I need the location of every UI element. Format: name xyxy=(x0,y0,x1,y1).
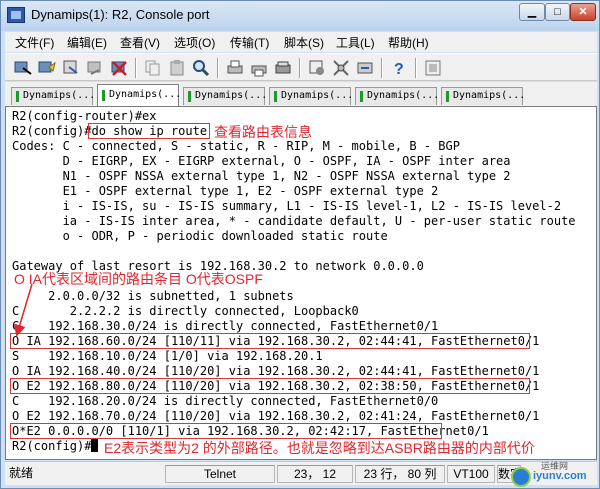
terminal-line: S 192.168.10.0/24 [1/0] via 192.168.20.1 xyxy=(12,349,323,363)
terminal-cursor xyxy=(91,439,99,452)
reconnect-icon[interactable] xyxy=(85,58,105,78)
terminal-line: ia - IS-IS inter area, * - candidate def… xyxy=(12,214,576,228)
status-terminal-type: VT100 xyxy=(447,465,495,483)
menu-file[interactable]: 文件(F) xyxy=(15,34,54,51)
status-protocol: Telnet xyxy=(165,465,275,483)
terminal-line: E1 - OSPF external type 1, E2 - OSPF ext… xyxy=(12,184,439,198)
connected-indicator-icon xyxy=(446,91,449,102)
toolbar-separator xyxy=(299,58,301,78)
annotation-e2: E2表示类型为2 的外部路径。也就是忽略到达ASBR路由器的内部代价 xyxy=(104,440,535,456)
toolbar-separator xyxy=(135,58,137,78)
settings-icon[interactable] xyxy=(331,58,351,78)
command-highlight-box xyxy=(88,123,210,139)
toolbar: ? xyxy=(5,53,597,81)
tab-session-4[interactable]: Dynamips(... xyxy=(269,87,353,105)
tab-session-5[interactable]: Dynamips(... xyxy=(355,87,439,105)
status-bar: 就绪 Telnet 23， 12 23 行， 80 列 VT100 数字 xyxy=(5,461,597,485)
print-selection-icon[interactable] xyxy=(249,58,269,78)
terminal-line: C 192.168.20.0/24 is directly connected,… xyxy=(12,394,439,408)
connected-indicator-icon xyxy=(102,90,105,101)
terminal-line: C 192.168.30.0/24 is directly connected,… xyxy=(12,319,439,333)
menu-edit[interactable]: 编辑(E) xyxy=(67,34,107,51)
connected-indicator-icon xyxy=(16,91,19,102)
watermark-domain: iyunv.com xyxy=(533,470,587,482)
printer-setup-icon[interactable] xyxy=(273,58,293,78)
terminal-line: N1 - OSPF NSSA external type 1, N2 - OSP… xyxy=(12,169,511,183)
watermark-logo-icon xyxy=(511,467,531,487)
disconnect-icon[interactable] xyxy=(109,58,129,78)
tab-session-1[interactable]: Dynamips(... xyxy=(11,87,95,105)
terminal-output[interactable]: R2(config-router)#ex R2(config)#do show … xyxy=(5,106,597,460)
toolbar-separator xyxy=(381,58,383,78)
toolbar-separator xyxy=(415,58,417,78)
annotation-o-ia: O IA代表区域间的路由条目 O代表OSPF xyxy=(14,271,263,287)
help-icon[interactable]: ? xyxy=(389,58,409,78)
route-highlight-box xyxy=(10,423,442,439)
terminal-line: O IA 192.168.40.0/24 [110/20] via 192.16… xyxy=(12,364,540,378)
app-icon xyxy=(7,7,25,23)
terminal-line: 2.0.0.0/32 is subnetted, 1 subnets xyxy=(12,289,294,303)
title-bar[interactable]: Dynamips(1): R2, Console port ▁ □ ✕ xyxy=(1,1,599,31)
menu-tools[interactable]: 工具(L) xyxy=(336,34,375,51)
keymap-icon[interactable] xyxy=(423,58,443,78)
close-button[interactable]: ✕ xyxy=(570,3,596,21)
menu-view[interactable]: 查看(V) xyxy=(120,34,160,51)
prompt-text: R2(config)# xyxy=(12,439,92,453)
route-highlight-box xyxy=(10,378,530,394)
paste-icon[interactable] xyxy=(167,58,187,78)
status-ready: 就绪 xyxy=(9,466,34,480)
sftp-icon[interactable] xyxy=(355,58,375,78)
tab-session-6[interactable]: Dynamips(... xyxy=(441,87,525,105)
menu-help[interactable]: 帮助(H) xyxy=(388,34,429,51)
tab-session-3[interactable]: Dynamips(... xyxy=(183,87,267,105)
session-options-icon[interactable] xyxy=(307,58,327,78)
menu-bar: 文件(F) 编辑(E) 查看(V) 选项(O) 传输(T) 脚本(S) 工具(L… xyxy=(5,32,597,52)
menu-options[interactable]: 选项(O) xyxy=(174,34,215,51)
route-highlight-box xyxy=(10,333,530,349)
status-cursor-position: 23， 12 xyxy=(277,465,353,483)
find-icon[interactable] xyxy=(191,58,211,78)
terminal-line: i - IS-IS, su - IS-IS summary, L1 - IS-I… xyxy=(12,199,562,213)
terminal-line: O E2 192.168.70.0/24 [110/20] via 192.16… xyxy=(12,409,540,423)
copy-icon[interactable] xyxy=(143,58,163,78)
app-window: Dynamips(1): R2, Console port ▁ □ ✕ 文件(F… xyxy=(0,0,600,489)
connect-icon[interactable] xyxy=(13,58,33,78)
status-size: 23 行， 80 列 xyxy=(355,465,445,483)
toolbar-separator xyxy=(217,58,219,78)
annotation-route-table: 查看路由表信息 xyxy=(214,124,312,140)
connected-indicator-icon xyxy=(360,91,363,102)
quick-connect-icon[interactable] xyxy=(37,58,57,78)
svg-text:?: ? xyxy=(394,61,404,78)
connected-indicator-icon xyxy=(274,91,277,102)
window-title: Dynamips(1): R2, Console port xyxy=(31,7,210,22)
terminal-line: C 2.2.2.2 is directly connected, Loopbac… xyxy=(12,304,359,318)
terminal-line: D - EIGRP, EX - EIGRP external, O - OSPF… xyxy=(12,154,511,168)
menu-transfer[interactable]: 传输(T) xyxy=(230,34,269,51)
session-tabs: Dynamips(... Dynamips(... Dynamips(... D… xyxy=(5,82,597,106)
terminal-line: R2(config-router)#ex xyxy=(12,109,157,123)
connected-indicator-icon xyxy=(188,91,191,102)
maximize-button[interactable]: □ xyxy=(545,3,570,21)
watermark-logo: 运维网 iyunv.com xyxy=(511,461,597,489)
terminal-line: o - ODR, P - periodic downloaded static … xyxy=(12,229,388,243)
terminal-prompt-line: R2(config)# xyxy=(12,439,99,454)
print-icon[interactable] xyxy=(225,58,245,78)
minimize-button[interactable]: ▁ xyxy=(519,3,545,21)
connect-tab-icon[interactable] xyxy=(61,58,81,78)
menu-script[interactable]: 脚本(S) xyxy=(284,34,324,51)
tab-session-2[interactable]: Dynamips(... xyxy=(97,84,181,106)
